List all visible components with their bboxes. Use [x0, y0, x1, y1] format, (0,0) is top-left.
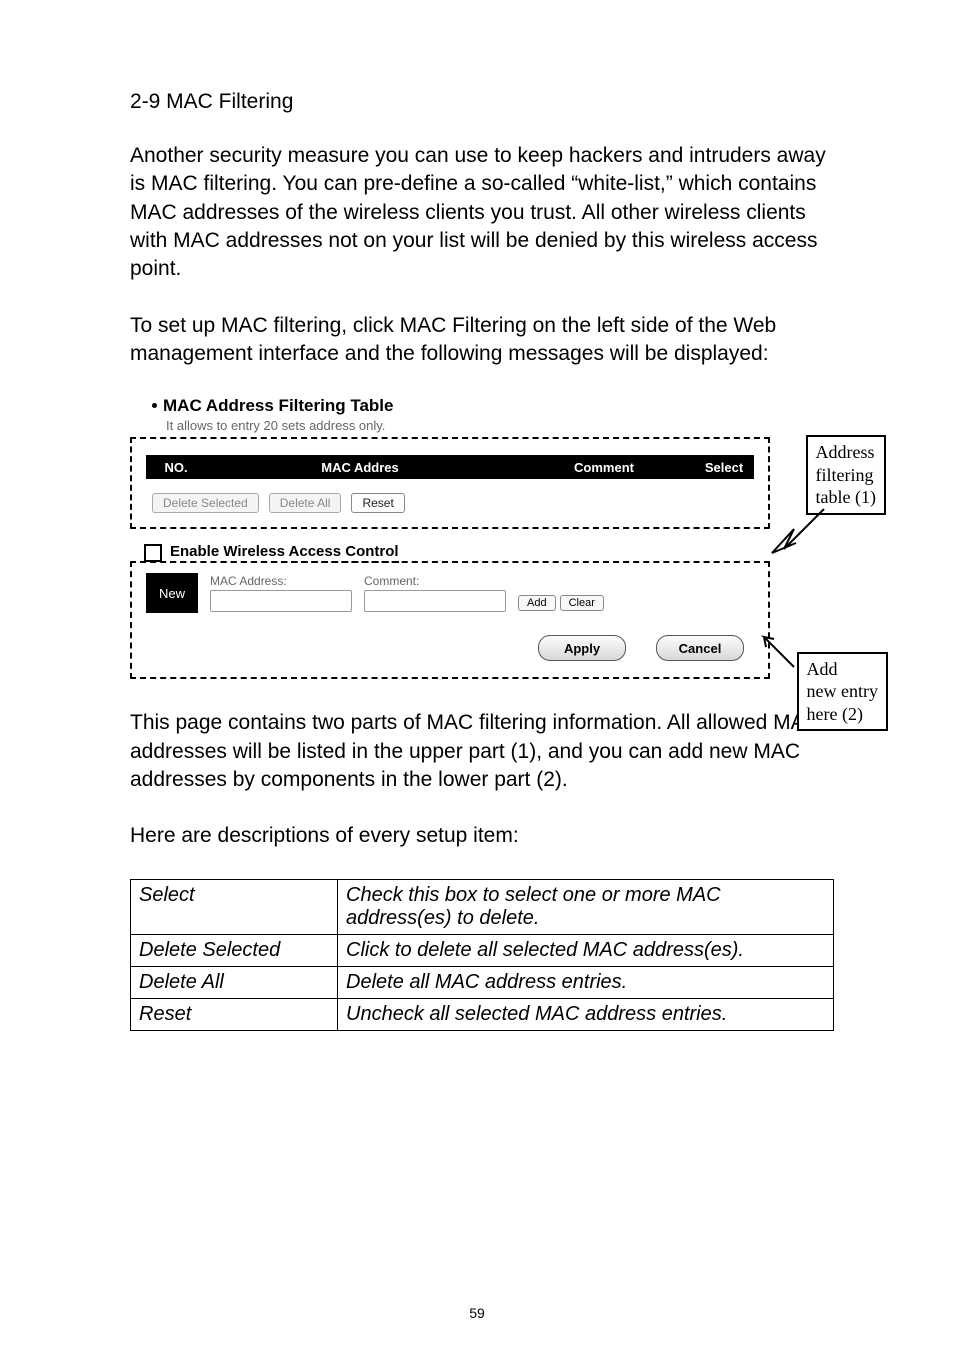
table-row: Delete Selected Click to delete all sele…	[131, 934, 834, 966]
callout-address-filtering-table: Address filtering table (1)	[806, 435, 886, 515]
add-button[interactable]: Add	[518, 595, 556, 611]
paragraph-4: Here are descriptions of every setup ite…	[130, 822, 834, 850]
callout2-pointer-icon	[758, 631, 798, 671]
bullet-icon	[152, 403, 157, 408]
cancel-button[interactable]: Cancel	[656, 635, 744, 661]
desc-name: Select	[131, 879, 338, 934]
table-row: Select Check this box to select one or m…	[131, 879, 834, 934]
callout2-line2: new entry	[807, 681, 878, 701]
callout-add-new-entry: Add new entry here (2)	[797, 652, 888, 732]
table-row: Reset Uncheck all selected MAC address e…	[131, 998, 834, 1030]
desc-text: Delete all MAC address entries.	[338, 966, 834, 998]
enable-wireless-access-label: Enable Wireless Access Control	[170, 543, 399, 563]
panel-subtitle: It allows to entry 20 sets address only.	[130, 418, 770, 433]
reset-button[interactable]: Reset	[351, 493, 404, 513]
new-label-cell: New	[146, 573, 198, 613]
mac-address-input[interactable]	[210, 590, 352, 612]
address-filtering-table-box: NO. MAC Addres Comment Select Delete Sel…	[130, 437, 770, 529]
table-row: Delete All Delete all MAC address entrie…	[131, 966, 834, 998]
paragraph-3: This page contains two parts of MAC filt…	[130, 709, 834, 794]
desc-text: Click to delete all selected MAC address…	[338, 934, 834, 966]
apply-button[interactable]: Apply	[538, 635, 626, 661]
callout1-pointer-icon	[766, 509, 826, 559]
comment-label: Comment:	[364, 574, 506, 588]
mac-filtering-figure: MAC Address Filtering Table It allows to…	[130, 396, 834, 679]
panel-title: MAC Address Filtering Table	[163, 396, 393, 416]
callout2-line1: Add	[807, 659, 838, 679]
col-comment: Comment	[514, 460, 694, 475]
delete-all-button[interactable]: Delete All	[269, 493, 342, 513]
callout1-line1: Address	[816, 442, 875, 462]
paragraph-2: To set up MAC filtering, click MAC Filte…	[130, 312, 834, 369]
delete-selected-button[interactable]: Delete Selected	[152, 493, 259, 513]
col-select: Select	[694, 460, 754, 475]
paragraph-1: Another security measure you can use to …	[130, 142, 834, 284]
col-no: NO.	[146, 460, 206, 475]
desc-text: Check this box to select one or more MAC…	[338, 879, 834, 934]
callout1-line3: table (1)	[816, 487, 876, 507]
desc-name: Delete Selected	[131, 934, 338, 966]
section-heading: 2-9 MAC Filtering	[130, 90, 834, 114]
page-number: 59	[0, 1305, 954, 1321]
descriptions-table: Select Check this box to select one or m…	[130, 879, 834, 1031]
enable-wireless-access-checkbox[interactable]	[144, 544, 162, 562]
callout1-line2: filtering	[816, 465, 874, 485]
filter-table-header: NO. MAC Addres Comment Select	[146, 455, 754, 479]
clear-button[interactable]: Clear	[560, 595, 604, 611]
desc-text: Uncheck all selected MAC address entries…	[338, 998, 834, 1030]
add-entry-box: New MAC Address: Comment: Add Clear	[130, 561, 770, 679]
col-mac: MAC Addres	[206, 460, 514, 475]
callout2-line3: here (2)	[807, 704, 863, 724]
comment-input[interactable]	[364, 590, 506, 612]
desc-name: Reset	[131, 998, 338, 1030]
desc-name: Delete All	[131, 966, 338, 998]
mac-address-label: MAC Address:	[210, 574, 352, 588]
